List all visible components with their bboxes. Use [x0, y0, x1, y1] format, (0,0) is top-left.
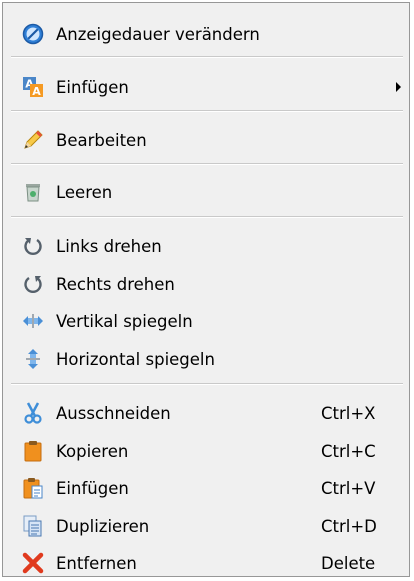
menu-separator: [11, 216, 403, 218]
shortcut-label: Ctrl+V: [321, 478, 376, 498]
menu-item-label: Entfernen: [56, 553, 137, 573]
menu-item-label: Links drehen: [56, 236, 162, 256]
menu-separator: [11, 56, 403, 58]
flip-vertical-icon: [21, 309, 45, 333]
menu-item-label: Leeren: [56, 182, 113, 202]
menu-item-label: Horizontal spiegeln: [56, 349, 215, 369]
menu-item-label: Rechts drehen: [56, 274, 175, 294]
insert-text-icon: A A: [21, 75, 45, 99]
pencil-icon: [21, 128, 45, 152]
menu-item-change-duration[interactable]: Anzeigedauer verändern: [3, 17, 409, 51]
menu-item-cut[interactable]: Ausschneiden Ctrl+X: [3, 396, 409, 430]
shortcut-label: Ctrl+C: [321, 441, 376, 461]
menu-item-label: Bearbeiten: [56, 130, 147, 150]
context-menu: Anzeigedauer verändern A A Einfügen Bear…: [2, 2, 410, 577]
menu-separator: [11, 163, 403, 165]
shortcut-label: Ctrl+X: [321, 403, 376, 423]
clock-icon: [21, 22, 45, 46]
menu-item-label: Einfügen: [56, 77, 129, 97]
menu-item-duplicate[interactable]: Duplizieren Ctrl+D: [3, 509, 409, 543]
menu-item-rotate-right[interactable]: Rechts drehen: [3, 267, 409, 301]
svg-text:A: A: [32, 85, 41, 98]
menu-item-label: Vertikal spiegeln: [56, 311, 193, 331]
menu-item-label: Anzeigedauer verändern: [56, 24, 260, 44]
menu-item-paste[interactable]: Einfügen Ctrl+V: [3, 471, 409, 505]
rotate-right-icon: [21, 272, 45, 296]
menu-item-label: Kopieren: [56, 441, 129, 461]
copy-icon: [21, 439, 45, 463]
menu-item-label: Duplizieren: [56, 516, 150, 536]
flip-horizontal-icon: [21, 347, 45, 371]
menu-item-label: Einfügen: [56, 478, 129, 498]
trash-icon: [21, 180, 45, 204]
paste-icon: [21, 476, 45, 500]
menu-item-edit[interactable]: Bearbeiten: [3, 123, 409, 157]
menu-item-rotate-left[interactable]: Links drehen: [3, 229, 409, 263]
menu-item-clear[interactable]: Leeren: [3, 175, 409, 209]
scissors-icon: [21, 401, 45, 425]
submenu-arrow-icon: [395, 78, 403, 97]
menu-separator: [11, 110, 403, 112]
menu-item-copy[interactable]: Kopieren Ctrl+C: [3, 434, 409, 468]
menu-item-flip-horizontal[interactable]: Horizontal spiegeln: [3, 342, 409, 376]
shortcut-label: Delete: [321, 553, 376, 573]
delete-x-icon: [21, 551, 45, 575]
menu-item-flip-vertical[interactable]: Vertikal spiegeln: [3, 304, 409, 338]
menu-item-delete[interactable]: Entfernen Delete: [3, 546, 409, 580]
menu-separator: [11, 383, 403, 385]
menu-item-insert-submenu[interactable]: A A Einfügen: [3, 70, 409, 104]
menu-item-label: Ausschneiden: [56, 403, 171, 423]
shortcut-label: Ctrl+D: [321, 516, 377, 536]
duplicate-icon: [21, 514, 45, 538]
rotate-left-icon: [21, 234, 45, 258]
